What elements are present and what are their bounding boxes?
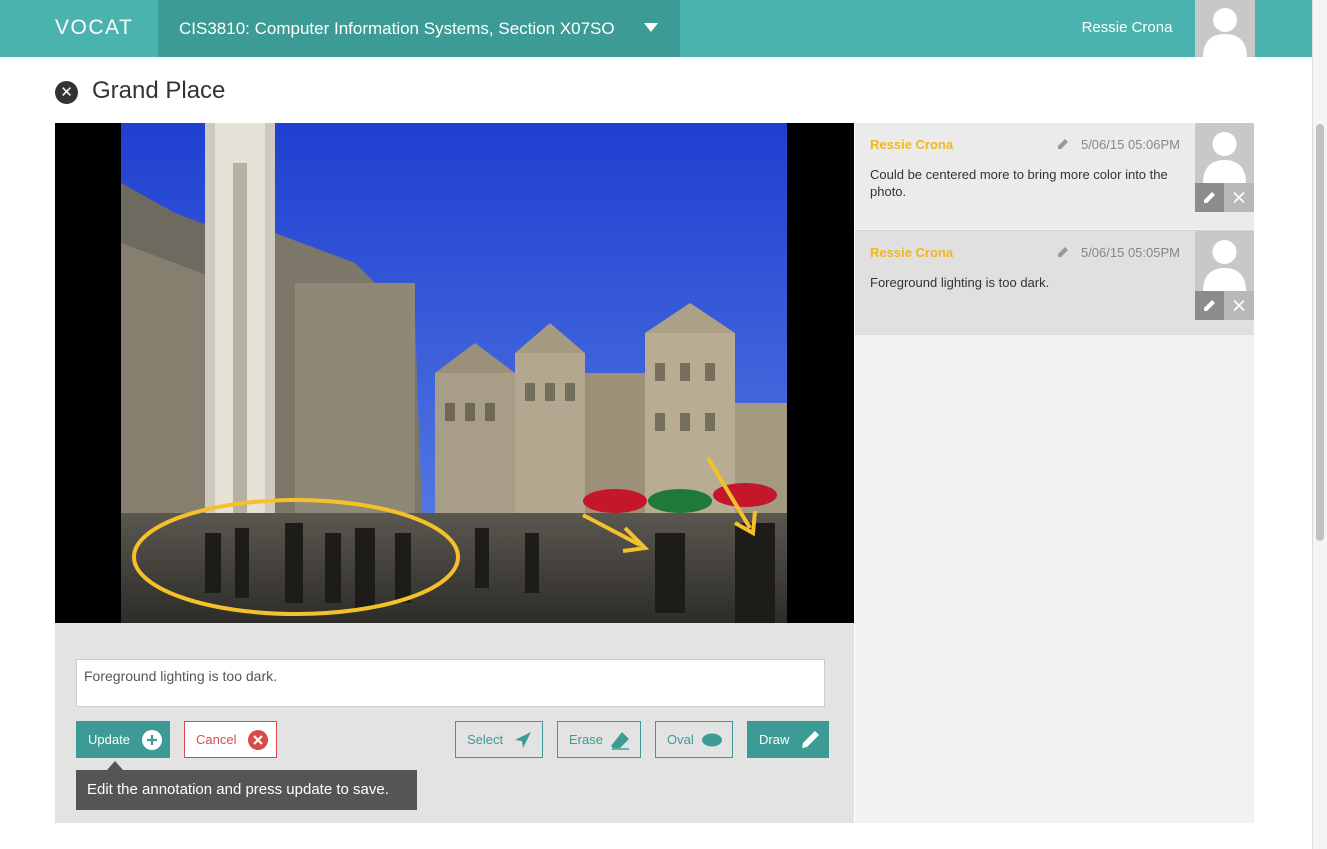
comment-avatar (1195, 123, 1254, 183)
user-avatar[interactable] (1195, 0, 1255, 57)
eraser-icon (611, 732, 629, 750)
pencil-icon (1204, 192, 1215, 203)
plus-circle-icon (142, 730, 162, 750)
logo[interactable]: VOCAT (55, 16, 133, 40)
top-bar: VOCAT CIS3810: Computer Information Syst… (0, 0, 1312, 57)
comment-item[interactable]: Ressie Crona 5/06/15 05:06PM Could be ce… (855, 123, 1254, 229)
update-tooltip: Edit the annotation and press update to … (76, 770, 417, 810)
pencil-icon (802, 731, 819, 748)
select-tool-button[interactable]: Select (455, 721, 543, 758)
photo-image (55, 123, 854, 623)
oval-label: Oval (667, 732, 694, 747)
comment-author[interactable]: Ressie Crona (870, 137, 953, 152)
draw-label: Draw (759, 732, 790, 747)
comment-author[interactable]: Ressie Crona (870, 245, 953, 260)
course-selector[interactable]: CIS3810: Computer Information Systems, S… (158, 0, 680, 57)
avatar-silhouette-icon (1203, 8, 1247, 57)
cancel-button[interactable]: Cancel (184, 721, 277, 758)
draw-tool-button[interactable]: Draw (747, 721, 829, 758)
erase-label: Erase (569, 732, 603, 747)
pencil-icon (1204, 300, 1215, 311)
comment-avatar (1195, 231, 1254, 291)
oval-icon (702, 733, 722, 747)
edit-comment-button[interactable] (1195, 183, 1224, 212)
media-viewer[interactable] (55, 123, 854, 623)
update-button[interactable]: Update (76, 721, 170, 758)
comment-date: 5/06/15 05:05PM (1080, 245, 1180, 260)
comment-text: Could be centered more to bring more col… (870, 167, 1168, 199)
chevron-down-icon[interactable] (644, 23, 658, 32)
delete-comment-button[interactable] (1224, 291, 1254, 320)
pointer-icon (515, 732, 531, 748)
tooltip-arrow (107, 761, 123, 770)
select-label: Select (467, 732, 504, 747)
avatar-silhouette-icon (1203, 132, 1246, 183)
cancel-label: Cancel (196, 732, 237, 747)
close-icon (1233, 299, 1245, 312)
close-icon (1233, 191, 1245, 204)
comments-panel: Ressie Crona 5/06/15 05:06PM Could be ce… (855, 123, 1254, 823)
close-icon[interactable]: ✕ (55, 81, 78, 104)
comment-text: Foreground lighting is too dark. (870, 275, 1050, 290)
comment-item[interactable]: Ressie Crona 5/06/15 05:05PM Foreground … (855, 230, 1254, 335)
course-label: CIS3810: Computer Information Systems, S… (179, 19, 615, 38)
scrollbar-thumb[interactable] (1316, 124, 1324, 541)
close-circle-icon (248, 730, 268, 750)
comment-date: 5/06/15 05:06PM (1080, 137, 1180, 152)
annotation-input[interactable]: Foreground lighting is too dark. (76, 659, 825, 707)
page-title: Grand Place (92, 77, 226, 104)
erase-tool-button[interactable]: Erase (557, 721, 641, 758)
avatar-silhouette-icon (1203, 240, 1246, 291)
oval-tool-button[interactable]: Oval (655, 721, 733, 758)
user-name[interactable]: Ressie Crona (1070, 0, 1184, 57)
annotation-editor: Foreground lighting is too dark. Update … (55, 623, 854, 823)
delete-comment-button[interactable] (1224, 183, 1254, 212)
edit-comment-button[interactable] (1195, 291, 1224, 320)
update-label: Update (88, 732, 130, 747)
